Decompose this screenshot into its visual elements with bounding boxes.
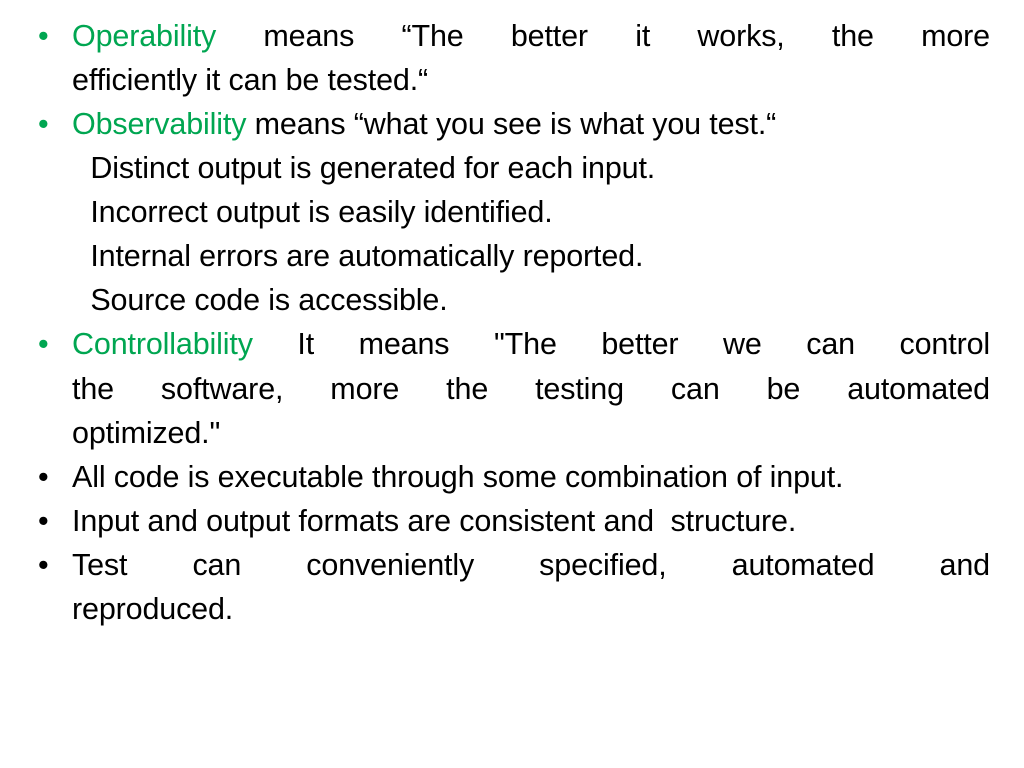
bullet-icon: • — [38, 327, 49, 362]
bullet-icon: • — [38, 547, 49, 582]
sub-line-distinct-output: Distinct output is generated for each in… — [82, 151, 656, 186]
operability-term: Operability — [72, 19, 217, 53]
sub-line-source-code: Source code is accessible. — [82, 283, 448, 318]
bullet-icon: • — [38, 503, 49, 538]
test-convenient-line-1: Test can conveniently specified, automat… — [72, 547, 990, 582]
testability-bullet-list: • Operability means “The better it works… — [28, 14, 990, 146]
bullet-icon: • — [38, 459, 49, 494]
all-code-text: All code is executable through some comb… — [72, 459, 844, 494]
controllability-line-1: Controllability It means "The better we … — [72, 322, 990, 366]
bullet-item-all-code-executable: • All code is executable through some co… — [28, 455, 990, 499]
observability-rest: means “what you see is what you test.“ — [254, 107, 777, 142]
controllability-line-1-rest: It means "The better we can control — [297, 327, 991, 362]
sub-line-incorrect-output: Incorrect output is easily identified. — [82, 195, 553, 230]
slide-canvas: • Operability means “The better it works… — [0, 0, 1024, 768]
operability-line-1-rest: means “The better it works, the more — [263, 19, 990, 53]
observability-term: Observability — [72, 107, 247, 142]
slide-content-placeholder: • Operability means “The better it works… — [28, 14, 990, 631]
observability-sub-lines: Distinct output is generated for each in… — [28, 146, 990, 322]
bullet-icon: • — [38, 19, 49, 53]
bullet-icon: • — [38, 107, 49, 142]
bullet-item-test-conveniently-specified: • Test can conveniently specified, autom… — [28, 543, 990, 631]
controllability-line-3: optimized." — [72, 415, 221, 450]
sub-line-internal-errors: Internal errors are automatically report… — [82, 239, 644, 274]
operability-line-1: Operability means “The better it works, … — [72, 14, 990, 58]
test-convenient-line-2: reproduced. — [72, 591, 234, 626]
bullet-item-controllability: • Controllability It means "The better w… — [28, 322, 990, 454]
bullet-item-operability: • Operability means “The better it works… — [28, 14, 990, 102]
formats-text: Input and output formats are consistent … — [72, 503, 797, 538]
bullet-item-input-output-formats: • Input and output formats are consisten… — [28, 499, 990, 543]
controllability-line-2: the software, more the testing can be au… — [72, 371, 990, 406]
operability-line-2: efficiently it can be tested.“ — [72, 63, 429, 98]
controllability-term: Controllability — [72, 327, 253, 362]
bullet-item-observability: • Observability means “what you see is w… — [28, 102, 990, 146]
testability-bullet-list-continued: • Controllability It means "The better w… — [28, 322, 990, 630]
